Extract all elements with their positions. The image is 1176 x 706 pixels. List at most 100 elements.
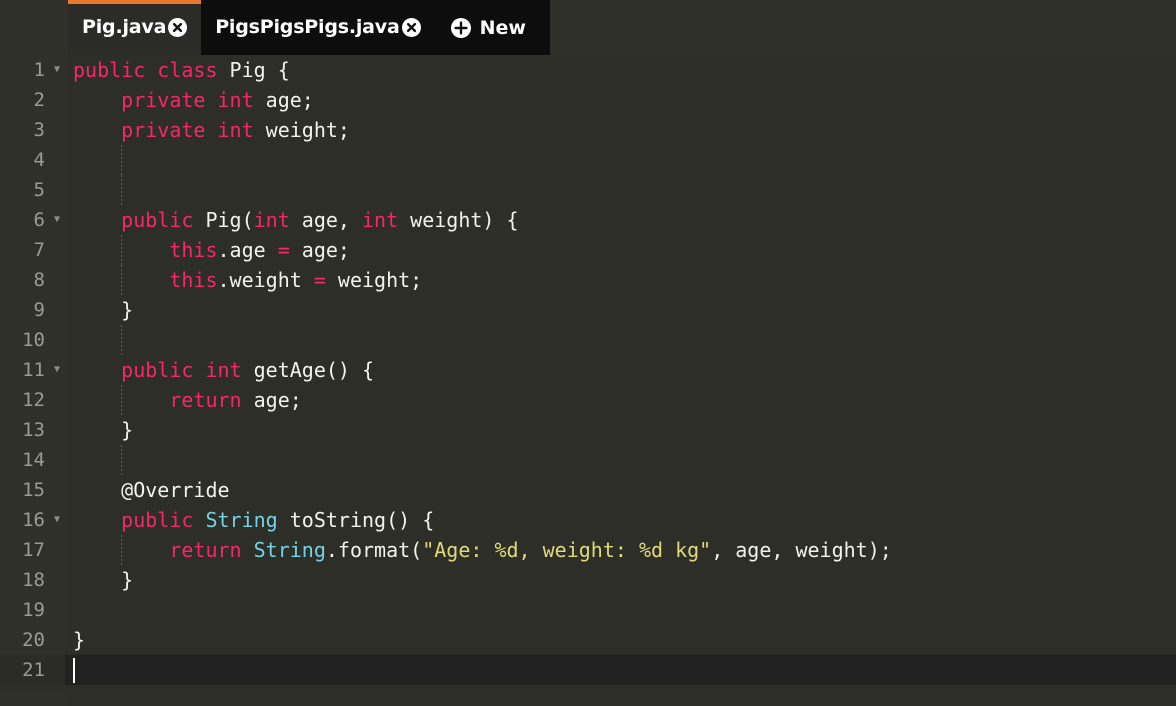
line-number-text: 18 (22, 569, 45, 591)
code-row[interactable]: 1 ▼ public class Pig { (0, 55, 1176, 85)
code-line-content[interactable] (65, 445, 1176, 475)
code-line-content[interactable]: @Override (65, 475, 1176, 505)
code-token-keyword: public (73, 58, 146, 82)
code-line-content[interactable]: this.weight = weight; (65, 265, 1176, 295)
code-line-content[interactable]: public String toString() { (65, 505, 1176, 535)
code-token-plain: weight; (253, 118, 350, 142)
code-row[interactable]: 19 (0, 595, 1176, 625)
line-number: 2 (0, 85, 65, 115)
fold-arrow-icon[interactable]: ▼ (54, 505, 60, 535)
code-line-content[interactable]: public int getAge() { (65, 355, 1176, 385)
code-row[interactable]: 18 } (0, 565, 1176, 595)
code-token-plain: toString() { (277, 508, 435, 532)
code-token-plain: weight; (325, 268, 423, 292)
code-line-content[interactable]: } (65, 295, 1176, 325)
line-number-text: 2 (33, 89, 45, 111)
line-number: 9 (0, 295, 65, 325)
code-line-content[interactable] (65, 655, 1176, 685)
code-line-content[interactable]: return String.format("Age: %d, weight: %… (65, 535, 1176, 565)
code-row[interactable]: 12 return age; (0, 385, 1176, 415)
code-row[interactable]: 16 ▼ public String toString() { (0, 505, 1176, 535)
indent-guide (121, 265, 123, 295)
code-row[interactable]: 9 } (0, 295, 1176, 325)
code-line-content[interactable] (65, 595, 1176, 625)
code-token-plain: Pig { (217, 58, 290, 82)
code-row[interactable]: 20} (0, 625, 1176, 655)
line-number-text: 1 (33, 59, 45, 81)
fold-arrow-icon[interactable]: ▼ (54, 355, 60, 385)
line-number: 13 (0, 415, 65, 445)
code-line-content[interactable]: private int weight; (65, 115, 1176, 145)
fold-arrow-icon[interactable]: ▼ (54, 205, 60, 235)
code-token-plain: .format( (325, 538, 423, 562)
new-tab-button[interactable]: New (434, 0, 550, 55)
code-row[interactable]: 14 (0, 445, 1176, 475)
code-line-content[interactable] (65, 325, 1176, 355)
close-icon[interactable] (168, 18, 188, 37)
editor-bottom-filler (0, 690, 1176, 706)
code-row[interactable]: 10 (0, 325, 1176, 355)
code-line-content[interactable] (65, 145, 1176, 175)
code-row[interactable]: 4 (0, 145, 1176, 175)
code-row[interactable]: 15 @Override (0, 475, 1176, 505)
code-token-annotation: @Override (121, 478, 230, 502)
code-row[interactable]: 13 } (0, 415, 1176, 445)
code-token-keyword: this (169, 238, 218, 262)
indent-guide (121, 535, 123, 565)
code-token-keyword: public (121, 508, 194, 532)
code-line-content[interactable]: return age; (65, 385, 1176, 415)
code-line-content[interactable]: this.age = age; (65, 235, 1176, 265)
editor-bottom-gutter-filler (0, 690, 65, 706)
code-row[interactable]: 7 this.age = age; (0, 235, 1176, 265)
code-token-string: "Age: %d, weight: %d kg" (422, 538, 712, 562)
code-row[interactable]: 5 (0, 175, 1176, 205)
code-token-plain: , age, weight); (711, 538, 892, 562)
code-line-content[interactable]: } (65, 565, 1176, 595)
code-line-content[interactable]: public class Pig { (65, 55, 1176, 85)
code-line-content[interactable]: } (65, 625, 1176, 655)
line-number: 18 (0, 565, 65, 595)
code-line-content[interactable] (65, 175, 1176, 205)
code-row[interactable]: 21 (0, 655, 1176, 685)
code-row[interactable]: 8 this.weight = weight; (0, 265, 1176, 295)
code-line-content[interactable]: public Pig(int age, int weight) { (65, 205, 1176, 235)
line-number-text: 11 (22, 359, 45, 381)
indent-guide (121, 325, 123, 355)
indent-guide (121, 385, 123, 415)
line-number-text: 7 (33, 239, 45, 261)
line-number-text: 15 (22, 479, 45, 501)
code-line-content[interactable]: } (65, 415, 1176, 445)
code-row[interactable]: 6 ▼ public Pig(int age, int weight) { (0, 205, 1176, 235)
code-token-plain: age; (289, 238, 350, 262)
code-row[interactable]: 17 return String.format("Age: %d, weight… (0, 535, 1176, 565)
code-row[interactable]: 3 private int weight; (0, 115, 1176, 145)
line-number: 12 (0, 385, 65, 415)
fold-arrow-icon[interactable]: ▼ (54, 55, 60, 85)
code-row[interactable]: 11 ▼ public int getAge() { (0, 355, 1176, 385)
line-number: 4 (0, 145, 65, 175)
code-editor-area[interactable]: 1 ▼ public class Pig {2 private int age; 3 … (0, 55, 1176, 706)
line-number: 5 (0, 175, 65, 205)
code-line-content[interactable]: private int age; (65, 85, 1176, 115)
code-token-plain: age; (253, 88, 314, 112)
close-icon[interactable] (401, 18, 421, 37)
line-number: 20 (0, 625, 65, 655)
tab-pigspigspigs-java[interactable]: PigsPigsPigs.java (201, 0, 435, 55)
tab-pig-java[interactable]: Pig.java (68, 0, 202, 55)
indent-guide (121, 235, 123, 265)
line-number-text: 9 (33, 299, 45, 321)
code-row[interactable]: 2 private int age; (0, 85, 1176, 115)
line-number: 6 ▼ (0, 205, 65, 235)
plus-circle-icon (450, 17, 471, 38)
code-token-plain: } (73, 628, 86, 652)
indent-guide (121, 145, 123, 175)
code-token-plain: Pig( (193, 208, 254, 232)
line-number-text: 20 (22, 629, 45, 651)
line-number-text: 6 (33, 209, 45, 231)
